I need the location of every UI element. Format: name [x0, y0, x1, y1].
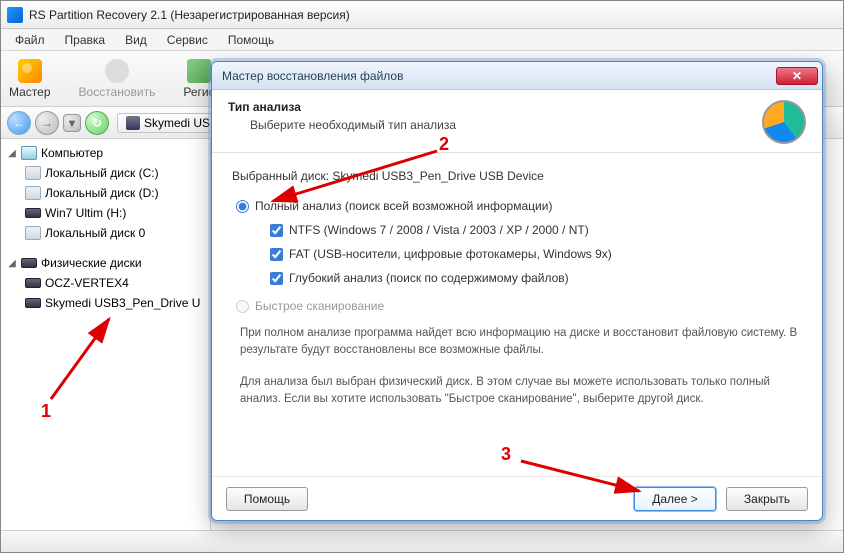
tool-restore: Восстановить: [79, 59, 156, 99]
tree-local-c-label: Локальный диск (C:): [45, 166, 159, 180]
analysis-type-heading: Тип анализа: [228, 100, 752, 114]
full-scan-radio-row[interactable]: Полный анализ (поиск всей возможной инфо…: [236, 197, 802, 215]
window-title: RS Partition Recovery 2.1 (Незарегистрир…: [29, 8, 350, 22]
tree-win7-label: Win7 Ultim (H:): [45, 206, 126, 220]
quick-scan-label: Быстрое сканирование: [255, 297, 384, 315]
dialog-button-bar: Помощь Далее > Закрыть: [212, 476, 822, 520]
tree-computer-label: Компьютер: [41, 146, 103, 160]
menu-view[interactable]: Вид: [115, 31, 157, 49]
tool-restore-label: Восстановить: [79, 85, 156, 99]
fat-label[interactable]: FAT (USB-носители, цифровые фотокамеры, …: [289, 245, 612, 263]
tool-register[interactable]: Регис: [183, 59, 214, 99]
tree-local-d[interactable]: Локальный диск (D:): [3, 183, 208, 203]
statusbar: [1, 530, 843, 552]
menu-service[interactable]: Сервис: [157, 31, 218, 49]
tree-physical-label: Физические диски: [41, 256, 142, 270]
ntfs-checkbox[interactable]: [270, 224, 283, 237]
tree-local-d-label: Локальный диск (D:): [45, 186, 159, 200]
next-button-label: Далее >: [652, 492, 698, 506]
deep-check-row[interactable]: Глубокий анализ (поиск по содержимому фа…: [270, 269, 802, 287]
full-scan-radio[interactable]: [236, 200, 249, 213]
menu-edit[interactable]: Правка: [55, 31, 116, 49]
deep-checkbox[interactable]: [270, 272, 283, 285]
volume-icon: [25, 186, 41, 200]
tool-wizard-label: Мастер: [9, 85, 51, 99]
help-button[interactable]: Помощь: [226, 487, 308, 511]
register-icon: [187, 59, 211, 83]
tree-panel: ◢ Компьютер Локальный диск (C:) Локальны…: [1, 139, 211, 530]
selected-disk-value: Skymedi USB3_Pen_Drive USB Device: [332, 169, 543, 183]
volume-icon: [25, 226, 41, 240]
tree-skymedi-label: Skymedi USB3_Pen_Drive U: [45, 296, 200, 310]
nav-dropdown-button[interactable]: ▾: [63, 114, 81, 132]
physical-disk-icon: [21, 258, 37, 268]
tree-computer[interactable]: ◢ Компьютер: [3, 143, 208, 163]
tree-physical-group[interactable]: ◢ Физические диски: [3, 253, 208, 273]
tree-local-0[interactable]: Локальный диск 0: [3, 223, 208, 243]
analysis-prompt: Выберите необходимый тип анализа: [228, 118, 752, 132]
next-button[interactable]: Далее >: [634, 487, 716, 511]
deep-label[interactable]: Глубокий анализ (поиск по содержимому фа…: [289, 269, 569, 287]
menubar: Файл Правка Вид Сервис Помощь: [1, 29, 843, 51]
dialog-title: Мастер восстановления файлов: [222, 69, 776, 83]
wizard-icon: [18, 59, 42, 83]
dialog-body: Выбранный диск: Skymedi USB3_Pen_Drive U…: [212, 153, 822, 476]
menu-file[interactable]: Файл: [5, 31, 55, 49]
quick-scan-radio-row: Быстрое сканирование: [236, 297, 802, 315]
quick-scan-radio: [236, 300, 249, 313]
ntfs-check-row[interactable]: NTFS (Windows 7 / 2008 / Vista / 2003 / …: [270, 221, 802, 239]
fat-check-row[interactable]: FAT (USB-носители, цифровые фотокамеры, …: [270, 245, 802, 263]
volume-icon: [25, 208, 41, 218]
tree-skymedi[interactable]: Skymedi USB3_Pen_Drive U: [3, 293, 208, 313]
wizard-header-icon: [762, 100, 806, 144]
menu-help[interactable]: Помощь: [218, 31, 284, 49]
nav-refresh-button[interactable]: ↻: [85, 111, 109, 135]
disk-icon: [126, 116, 140, 130]
dialog-header: Тип анализа Выберите необходимый тип ана…: [212, 90, 822, 153]
tool-register-label: Регис: [183, 85, 214, 99]
tree-ocz[interactable]: OCZ-VERTEX4: [3, 273, 208, 293]
full-scan-label[interactable]: Полный анализ (поиск всей возможной инфо…: [255, 197, 552, 215]
close-button[interactable]: Закрыть: [726, 487, 808, 511]
app-icon: [7, 7, 23, 23]
close-button-label: Закрыть: [744, 492, 790, 506]
collapse-icon[interactable]: ◢: [7, 148, 17, 159]
tool-wizard[interactable]: Мастер: [9, 59, 51, 99]
volume-icon: [25, 166, 41, 180]
computer-icon: [21, 146, 37, 160]
selected-disk-label: Выбранный диск:: [232, 169, 332, 183]
close-icon: ✕: [792, 69, 802, 83]
collapse-icon[interactable]: ◢: [7, 258, 17, 269]
restore-icon: [105, 59, 129, 83]
physical-disk-icon: [25, 278, 41, 288]
fat-checkbox[interactable]: [270, 248, 283, 261]
nav-forward-button[interactable]: →: [35, 111, 59, 135]
tree-win7[interactable]: Win7 Ultim (H:): [3, 203, 208, 223]
dialog-close-button[interactable]: ✕: [776, 67, 818, 85]
info-paragraph-1: При полном анализе программа найдет всю …: [240, 325, 802, 360]
tree-ocz-label: OCZ-VERTEX4: [45, 276, 129, 290]
selected-disk-row: Выбранный диск: Skymedi USB3_Pen_Drive U…: [232, 167, 802, 185]
tree-local-c[interactable]: Локальный диск (C:): [3, 163, 208, 183]
info-paragraph-2: Для анализа был выбран физический диск. …: [240, 374, 802, 409]
dialog-header-text: Тип анализа Выберите необходимый тип ана…: [228, 100, 752, 132]
wizard-dialog: Мастер восстановления файлов ✕ Тип анали…: [211, 61, 823, 521]
ntfs-label[interactable]: NTFS (Windows 7 / 2008 / Vista / 2003 / …: [289, 221, 589, 239]
physical-disk-icon: [25, 298, 41, 308]
help-button-label: Помощь: [244, 492, 290, 506]
main-titlebar: RS Partition Recovery 2.1 (Незарегистрир…: [1, 1, 843, 29]
tree-local-0-label: Локальный диск 0: [45, 226, 145, 240]
dialog-titlebar[interactable]: Мастер восстановления файлов ✕: [212, 62, 822, 90]
nav-back-button[interactable]: ←: [7, 111, 31, 135]
